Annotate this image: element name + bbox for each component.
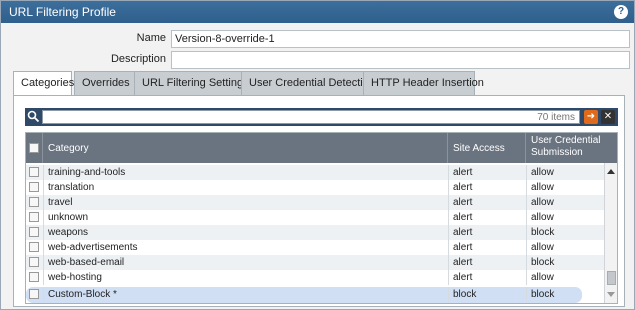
table-row[interactable]: unknown alert allow xyxy=(26,210,604,225)
site-access-cell[interactable]: alert xyxy=(453,272,472,283)
row-checkbox[interactable] xyxy=(29,272,39,282)
row-checkbox[interactable] xyxy=(29,182,39,192)
row-checkbox[interactable] xyxy=(29,289,39,299)
site-access-cell[interactable]: block xyxy=(453,289,476,300)
category-cell: web-based-email xyxy=(48,257,125,268)
tab-overrides[interactable]: Overrides xyxy=(74,71,142,95)
row-checkbox[interactable] xyxy=(29,242,39,252)
scroll-up-arrow-icon[interactable] xyxy=(607,169,615,174)
dialog-titlebar: URL Filtering Profile ? xyxy=(1,1,634,23)
category-cell: unknown xyxy=(48,212,89,223)
filter-toolbar: ➜ ✕ xyxy=(25,108,618,126)
row-checkbox[interactable] xyxy=(29,167,39,177)
category-cell: web-advertisements xyxy=(48,242,138,253)
categories-table: Category Site Access User Credential Sub… xyxy=(25,132,618,304)
row-checkbox[interactable] xyxy=(29,212,39,222)
scroll-thumb[interactable] xyxy=(607,271,616,285)
tab-url-filtering-settings[interactable]: URL Filtering Settings xyxy=(134,71,251,95)
table-row[interactable]: weapons alert block xyxy=(26,225,604,240)
select-all-checkbox[interactable] xyxy=(29,143,39,153)
credential-cell[interactable]: allow xyxy=(531,242,554,253)
credential-cell[interactable]: block xyxy=(531,289,554,300)
credential-cell[interactable]: block xyxy=(531,257,554,268)
site-access-cell[interactable]: alert xyxy=(453,242,472,253)
scroll-down-arrow-icon[interactable] xyxy=(607,292,615,297)
url-filtering-profile-dialog: URL Filtering Profile ? Name Description… xyxy=(0,0,635,310)
site-access-cell[interactable]: alert xyxy=(453,257,472,268)
table-row-custom-block[interactable]: Custom-Block * block block xyxy=(26,287,604,302)
credential-cell[interactable]: allow xyxy=(531,212,554,223)
category-cell: weapons xyxy=(48,227,89,238)
table-row[interactable]: web-hosting alert allow xyxy=(26,270,604,285)
table-body: training-and-tools alert allow translati… xyxy=(26,163,604,303)
table-row[interactable]: web-advertisements alert allow xyxy=(26,240,604,255)
description-row: Description xyxy=(1,51,166,69)
credential-cell[interactable]: allow xyxy=(531,167,554,178)
category-cell: web-hosting xyxy=(48,272,102,283)
vertical-scrollbar[interactable] xyxy=(604,163,617,303)
dialog-title: URL Filtering Profile xyxy=(9,5,116,19)
table-row[interactable]: training-and-tools alert allow xyxy=(26,165,604,180)
credential-cell[interactable]: allow xyxy=(531,182,554,193)
row-checkbox[interactable] xyxy=(29,257,39,267)
site-access-cell[interactable]: alert xyxy=(453,212,472,223)
header-user-credential-submission[interactable]: User Credential Submission xyxy=(526,133,617,163)
category-cell: travel xyxy=(48,197,73,208)
header-site-access[interactable]: Site Access xyxy=(448,133,526,163)
credential-cell[interactable]: allow xyxy=(531,272,554,283)
credential-cell[interactable]: block xyxy=(531,227,554,238)
row-checkbox[interactable] xyxy=(29,197,39,207)
apply-filter-button[interactable]: ➜ xyxy=(584,110,598,124)
help-icon[interactable]: ? xyxy=(614,5,628,19)
clear-filter-button[interactable]: ✕ xyxy=(601,110,615,124)
table-row[interactable]: web-based-email alert block xyxy=(26,255,604,270)
tab-categories[interactable]: Categories xyxy=(13,71,74,96)
table-row[interactable]: travel alert allow xyxy=(26,195,604,210)
category-cell: training-and-tools xyxy=(48,167,126,178)
site-access-cell[interactable]: alert xyxy=(453,167,472,178)
description-input[interactable] xyxy=(171,51,630,69)
table-header: Category Site Access User Credential Sub… xyxy=(26,133,617,163)
site-access-cell[interactable]: alert xyxy=(453,197,472,208)
category-cell: translation xyxy=(48,182,95,193)
name-label: Name xyxy=(136,32,166,44)
credential-cell[interactable]: allow xyxy=(531,197,554,208)
tab-http-header-insertion[interactable]: HTTP Header Insertion xyxy=(363,71,484,95)
name-input[interactable] xyxy=(171,30,630,48)
search-icon xyxy=(27,110,40,123)
name-row: Name xyxy=(1,30,166,48)
site-access-cell[interactable]: alert xyxy=(453,182,472,193)
tab-user-credential-detection[interactable]: User Credential Detection xyxy=(241,71,375,95)
category-cell: Custom-Block * xyxy=(48,289,117,300)
header-select-cell xyxy=(26,133,43,163)
search-input[interactable] xyxy=(42,110,580,124)
header-category[interactable]: Category xyxy=(43,133,448,163)
description-label: Description xyxy=(110,53,166,65)
site-access-cell[interactable]: alert xyxy=(453,227,472,238)
table-row[interactable]: translation alert allow xyxy=(26,180,604,195)
categories-panel: ➜ ✕ Category Site Access User Credential… xyxy=(13,95,625,307)
row-checkbox[interactable] xyxy=(29,227,39,237)
